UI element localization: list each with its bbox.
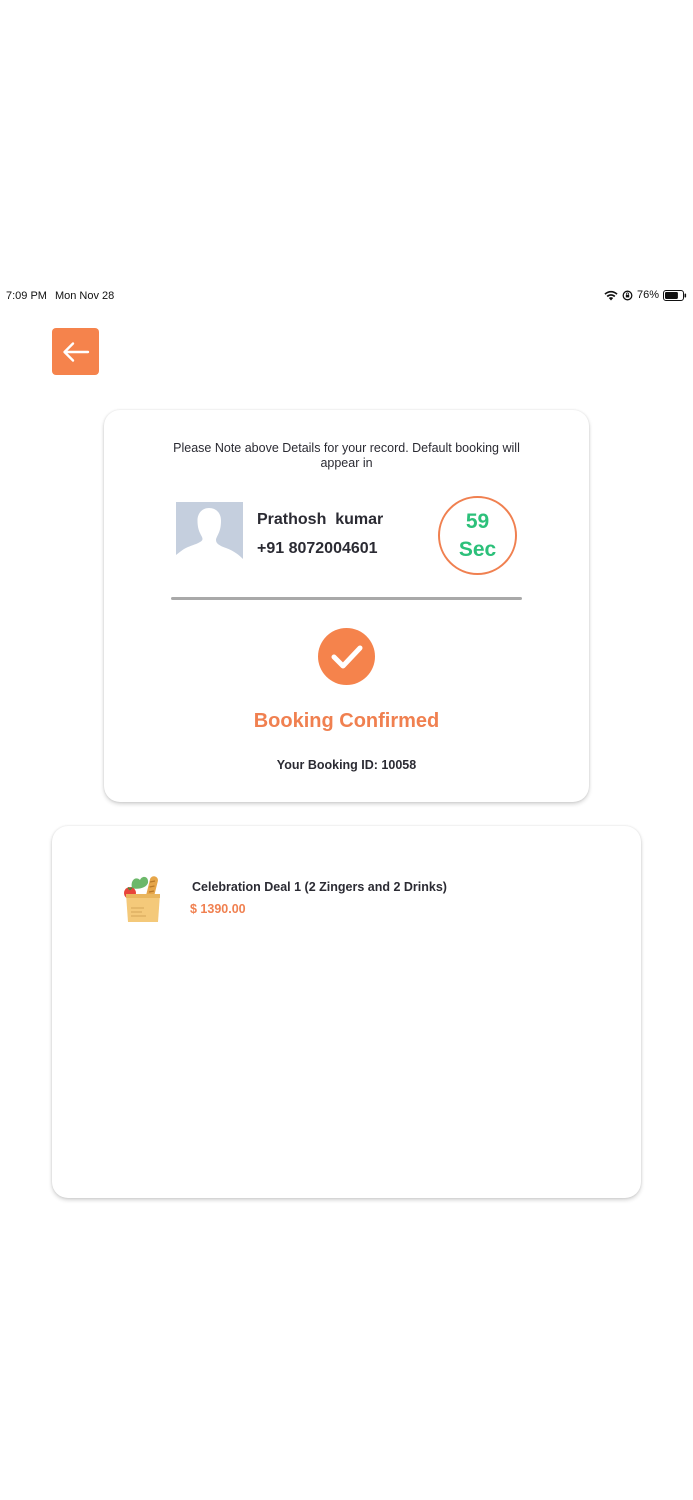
arrow-left-icon (62, 341, 89, 362)
countdown-timer: 59 Sec (438, 496, 517, 575)
user-silhouette-icon (176, 502, 243, 565)
user-phone: +91 8072004601 (257, 540, 378, 557)
product-price: $ 1390.00 (190, 902, 246, 916)
status-date: Mon Nov 28 (54, 290, 115, 302)
user-name: Prathosh kumar (257, 511, 384, 528)
record-note: Please Note above Details for your recor… (173, 441, 520, 470)
timer-unit: Sec (458, 537, 497, 561)
status-right: 76% (604, 289, 687, 301)
battery-icon (663, 289, 687, 301)
checkmark-icon (318, 628, 375, 685)
booking-confirmed-title: Booking Confirmed (253, 710, 440, 732)
order-summary-card: Celebration Deal 1 (2 Zingers and 2 Drin… (52, 826, 641, 1198)
product-name: Celebration Deal 1 (2 Zingers and 2 Drin… (192, 880, 447, 894)
status-bar: 7:09 PM Mon Nov 28 76% (0, 288, 693, 306)
divider (171, 597, 522, 600)
booking-id: Your Booking ID: 10058 (276, 758, 417, 772)
back-button[interactable] (52, 328, 99, 375)
wifi-icon (604, 290, 618, 300)
battery-percent: 76% (636, 289, 659, 301)
status-left: 7:09 PM Mon Nov 28 (6, 290, 114, 302)
status-time: 7:09 PM (6, 290, 47, 302)
grocery-bag-icon (122, 874, 164, 924)
timer-value: 59 (465, 509, 490, 533)
check-icon (331, 645, 362, 668)
orientation-lock-icon (622, 290, 633, 300)
avatar (176, 502, 243, 565)
booking-confirmation-card: Please Note above Details for your recor… (104, 410, 589, 802)
